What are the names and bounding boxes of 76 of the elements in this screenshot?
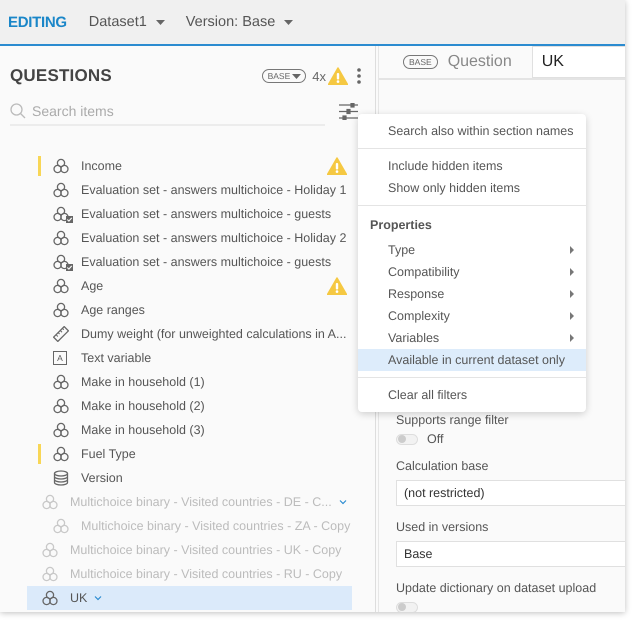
version-badge: BASE [403,55,438,69]
multichoice-icon [53,302,69,318]
select-field[interactable]: Base [396,541,625,567]
question-item[interactable]: Evaluation set - answers multichoice - Holiday 2 [27,226,352,250]
question-item[interactable]: A Text variable [27,346,352,370]
toggle-switch[interactable] [396,434,418,444]
question-item[interactable]: Age ranges [27,298,352,322]
menu-item[interactable]: Variables [358,327,586,349]
submenu-arrow-icon [570,268,574,276]
menu-item[interactable]: Clear all filters [358,384,586,406]
select-field[interactable]: (not restricted) [396,480,625,506]
field-label: Supports range filter [396,412,510,429]
question-item[interactable]: Version [27,466,352,490]
menu-item[interactable]: Include hidden items [358,155,586,177]
field-label: Calculation base [396,458,490,475]
caret-icon [156,20,165,24]
question-item[interactable]: Make in household (1) [27,370,352,394]
multichoice-checked-icon [53,254,73,270]
question-item[interactable]: Age [27,274,352,298]
menu-item[interactable]: Available in current dataset only [358,349,586,371]
question-item[interactable]: Make in household (3) [27,418,352,442]
search-field[interactable]: Search items [32,103,302,119]
field-label: Used in versions [396,519,490,536]
menu-item[interactable]: Type [358,239,586,261]
warning-icon [328,67,348,85]
question-name-field[interactable]: UK [532,46,625,78]
menu-item[interactable]: Compatibility [358,261,586,283]
ruler-icon [53,326,69,342]
multichoice-icon [53,398,69,414]
submenu-arrow-icon [570,290,574,298]
search-icon [10,103,26,119]
multichoice-icon [53,446,69,462]
text-variable-icon: A [53,351,67,365]
multichoice-checked-icon [53,206,73,222]
warning-count: 4x [312,68,326,84]
toggle-state: Off [427,432,444,446]
toggle-switch[interactable] [396,602,418,612]
multichoice-icon [53,422,69,438]
version-badge[interactable]: BASE [262,69,306,83]
question-item[interactable]: Make in household (2) [27,394,352,418]
question-item[interactable]: UK [27,586,352,610]
menu-item[interactable]: Search also within section names [358,120,586,142]
menu-item[interactable]: Response [358,283,586,305]
submenu-arrow-icon [570,312,574,320]
menu-item[interactable]: Show only hidden items [358,177,586,199]
multichoice-icon [42,494,58,510]
multichoice-icon [53,230,69,246]
question-item[interactable]: Evaluation set - answers multichoice - guests [27,250,352,274]
multichoice-icon [53,374,69,390]
submenu-arrow-icon [570,334,574,342]
more-icon[interactable] [357,68,361,84]
mode-label: EDITING [8,14,67,30]
multichoice-icon [42,590,58,606]
question-item[interactable]: Income [27,154,352,178]
field-label: Update dictionary on dataset upload [396,580,598,597]
submenu-arrow-icon [570,246,574,254]
question-item[interactable]: Evaluation set - answers multichoice - guests [27,202,352,226]
dropdown-menu[interactable]: Dataset1 [88,14,165,30]
multichoice-icon [53,182,69,198]
multichoice-icon [42,542,58,558]
multichoice-icon [53,158,69,174]
multichoice-icon [53,278,69,294]
field-label: Question [448,53,512,71]
database-icon [53,470,69,486]
panel-title: QUESTIONS [10,66,112,86]
question-item[interactable]: Dumy weight (for unweighted calculations in A... [27,322,352,346]
caret-icon [292,74,302,78]
menu-heading: Properties [369,217,433,234]
caret-icon [284,20,294,24]
multichoice-icon [53,518,69,534]
question-item[interactable]: Evaluation set - answers multichoice - Holiday 1 [27,178,352,202]
multichoice-icon [42,566,58,582]
menu-item[interactable]: Complexity [358,305,586,327]
dropdown-menu[interactable]: Version: Base [186,14,294,30]
filter-icon[interactable] [339,103,358,120]
question-item[interactable]: Fuel Type [27,442,352,466]
